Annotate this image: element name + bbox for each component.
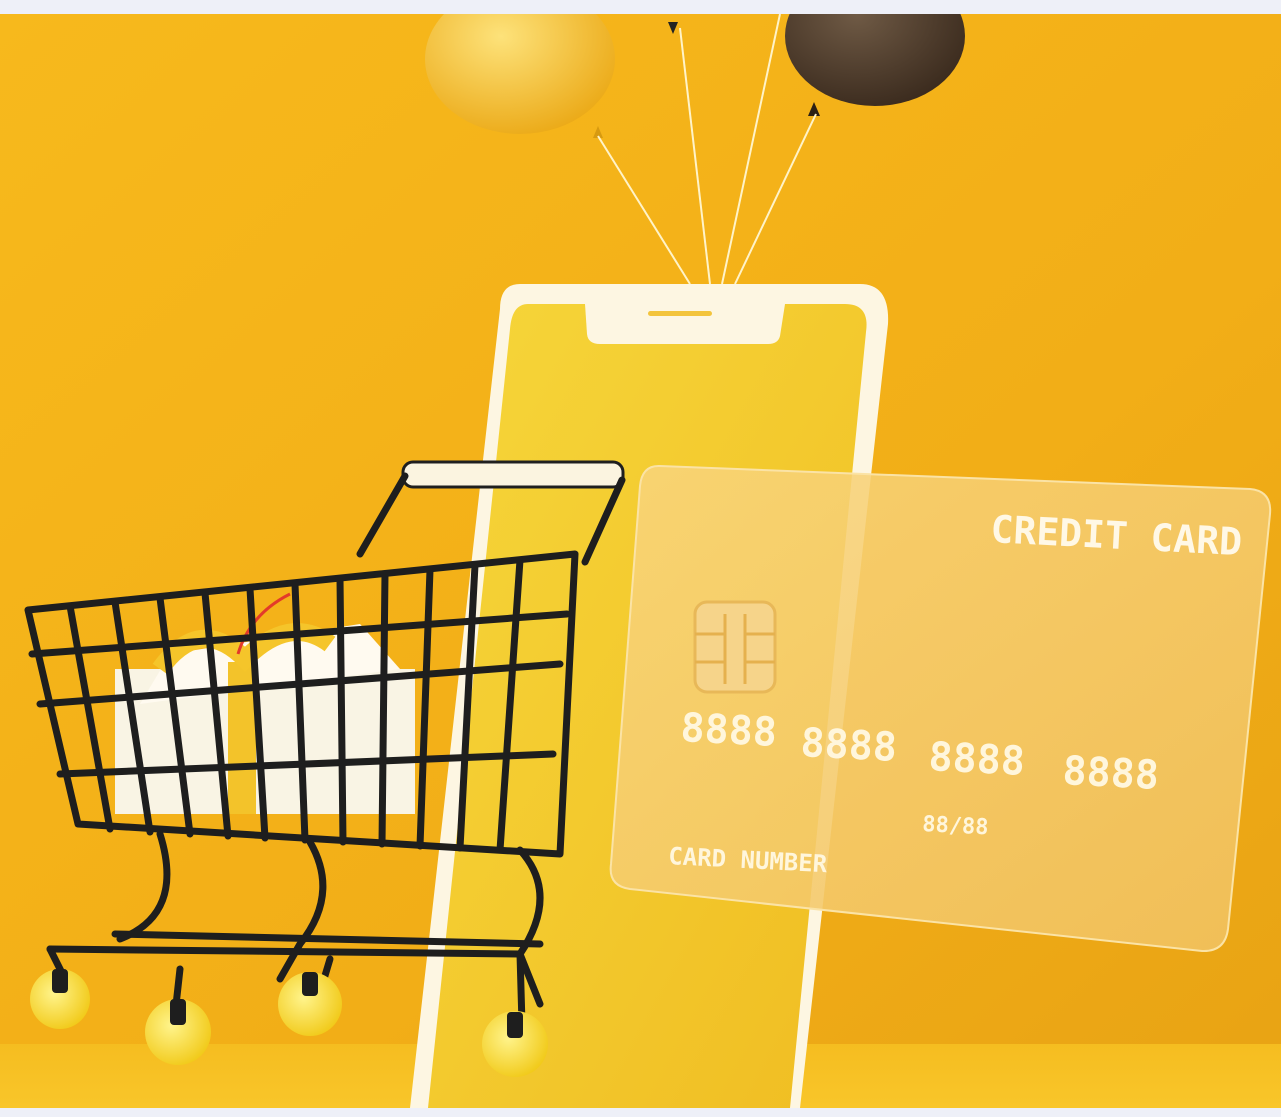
image-frame: CREDIT CARD 8888 8888 8888 8888 88/88 CA… bbox=[0, 0, 1281, 1117]
card-number-group: 8888 bbox=[679, 705, 778, 756]
card-expiry: 88/88 bbox=[922, 812, 989, 840]
hero-illustration: CREDIT CARD 8888 8888 8888 8888 88/88 CA… bbox=[0, 14, 1281, 1108]
credit-card: CREDIT CARD 8888 8888 8888 8888 88/88 CA… bbox=[609, 464, 1272, 953]
card-number-group: 8888 bbox=[799, 720, 898, 771]
card-number-group: 8888 bbox=[1061, 748, 1160, 799]
card-chip bbox=[693, 600, 777, 694]
cart-handle bbox=[401, 460, 625, 489]
illustration-canvas: CREDIT CARD 8888 8888 8888 8888 88/88 CA… bbox=[0, 14, 1281, 1108]
card-number-group: 8888 bbox=[927, 734, 1026, 785]
phone-notch bbox=[585, 304, 785, 344]
